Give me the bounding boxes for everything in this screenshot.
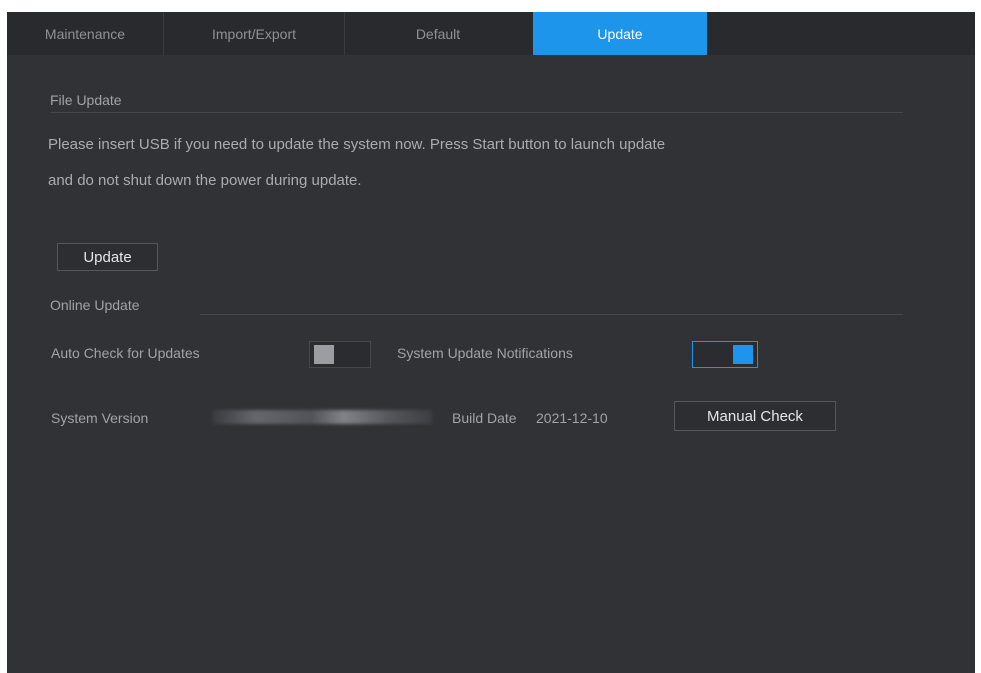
notifications-label: System Update Notifications [397,345,573,361]
online-update-title: Online Update [50,297,140,313]
tab-bar: Maintenance Import/Export Default Update [7,12,975,55]
tab-import-export[interactable]: Import/Export [164,12,345,55]
toggle-knob [733,345,753,364]
file-update-description-line2: and do not shut down the power during up… [48,172,362,189]
build-date-value: 2021-12-10 [536,410,608,426]
manual-check-button[interactable]: Manual Check [674,401,836,431]
file-update-divider [50,112,903,113]
tab-default[interactable]: Default [345,12,531,55]
build-date-label: Build Date [452,410,517,426]
online-update-divider [200,314,903,315]
system-version-value-redacted [212,410,432,424]
auto-check-label: Auto Check for Updates [51,345,200,361]
file-update-description-line1: Please insert USB if you need to update … [48,136,666,153]
auto-check-toggle[interactable] [309,341,371,368]
system-version-label: System Version [51,410,149,426]
tab-maintenance[interactable]: Maintenance [7,12,164,55]
toggle-knob [314,345,334,364]
update-button[interactable]: Update [57,243,158,271]
file-update-title: File Update [50,92,122,108]
tab-update[interactable]: Update [533,12,707,55]
update-settings-screen: Maintenance Import/Export Default Update… [7,12,975,673]
notifications-toggle[interactable] [692,341,758,368]
